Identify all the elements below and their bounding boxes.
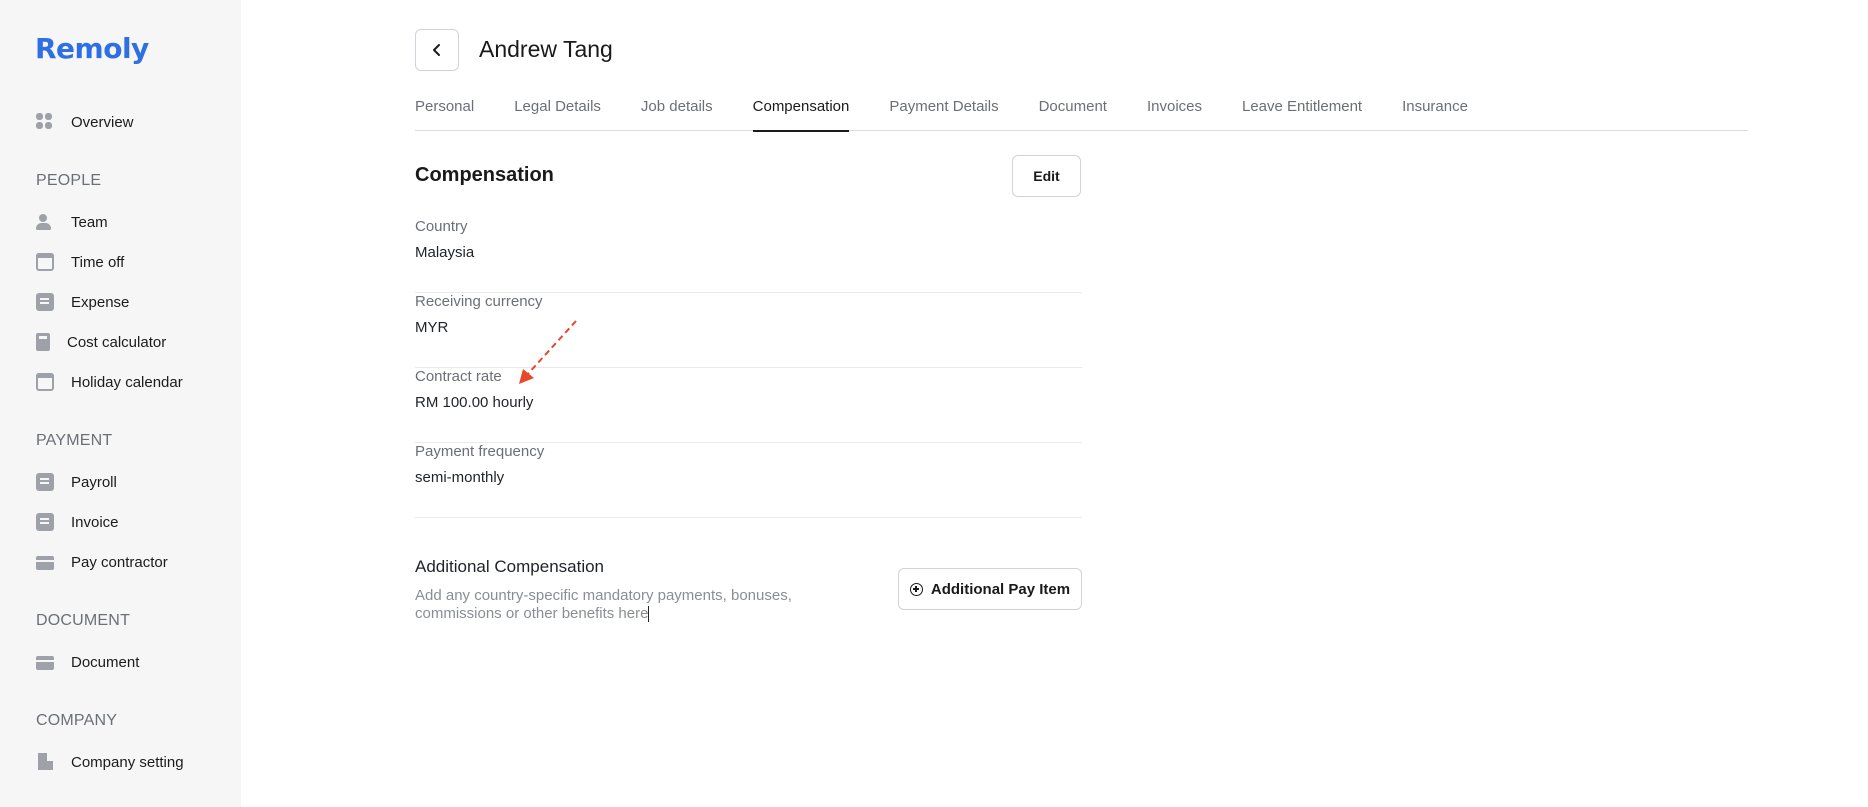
document-icon [36, 656, 54, 670]
field-receiving-currency: Receiving currency MYR [415, 293, 1082, 368]
field-label: Payment frequency [415, 443, 545, 460]
tab-leave-entitlement[interactable]: Leave Entitlement [1242, 98, 1362, 131]
tab-compensation[interactable]: Compensation [752, 98, 849, 132]
section-title-document: DOCUMENT [36, 612, 131, 629]
sidebar-item-label: Payroll [71, 473, 117, 491]
grid-icon [36, 113, 54, 131]
field-label: Receiving currency [415, 293, 543, 310]
tab-legal-details[interactable]: Legal Details [514, 98, 601, 131]
tab-insurance[interactable]: Insurance [1402, 98, 1468, 131]
brand-logo[interactable]: Remoly [35, 32, 149, 65]
field-value: RM 100.00 hourly [415, 394, 534, 411]
calendar-check-icon [36, 253, 54, 271]
tab-bar: Personal Legal Details Job details Compe… [415, 98, 1748, 132]
building-icon [36, 753, 54, 771]
tab-job-details[interactable]: Job details [641, 98, 713, 131]
sidebar-item-payroll[interactable]: Payroll [36, 469, 117, 495]
tab-document[interactable]: Document [1039, 98, 1107, 131]
sidebar-item-cost-calculator[interactable]: Cost calculator [36, 329, 166, 355]
section-title-company: COMPANY [36, 712, 118, 729]
calendar-icon [36, 373, 54, 391]
button-label: Additional Pay Item [930, 580, 1071, 598]
sidebar-item-label: Document [71, 653, 140, 671]
section-title-people: PEOPLE [36, 172, 102, 189]
sidebar-item-label: Invoice [71, 513, 119, 531]
field-value: Malaysia [415, 244, 475, 261]
sidebar-item-holiday-calendar[interactable]: Holiday calendar [36, 369, 183, 395]
sidebar-item-label: Pay contractor [71, 553, 168, 571]
field-contract-rate: Contract rate RM 100.00 hourly [415, 368, 1082, 443]
sidebar-item-label: Overview [71, 113, 134, 131]
sidebar-item-label: Holiday calendar [71, 373, 183, 391]
text-cursor [648, 606, 650, 623]
team-icon [36, 213, 54, 231]
sidebar-item-document[interactable]: Document [36, 649, 139, 675]
sidebar-item-team[interactable]: Team [36, 209, 108, 235]
field-label: Country [415, 218, 468, 235]
chevron-left-icon [433, 44, 440, 56]
annotation-arrow-icon [519, 320, 577, 384]
app-root: Remoly Overview PEOPLE Team Time off Exp… [0, 0, 1868, 807]
additional-compensation-description: Add any country-specific mandatory payme… [415, 587, 835, 623]
sidebar-item-label: Cost calculator [67, 333, 167, 351]
page-title: Andrew Tang [479, 36, 613, 62]
sidebar-item-label: Company setting [71, 753, 184, 771]
sidebar-item-label: Team [71, 213, 108, 231]
additional-pay-item-button[interactable]: Additional Pay Item [898, 568, 1082, 610]
tab-invoices[interactable]: Invoices [1147, 98, 1202, 131]
sidebar-item-invoice[interactable]: Invoice [36, 509, 119, 535]
calculator-icon [36, 333, 50, 351]
sidebar-item-overview[interactable]: Overview [36, 109, 134, 135]
card-icon [36, 556, 54, 570]
main-content: Andrew Tang Personal Legal Details Job d… [241, 0, 1868, 807]
section-title-payment: PAYMENT [36, 432, 113, 449]
plus-circle-icon [909, 582, 923, 596]
field-value: semi-monthly [415, 469, 505, 486]
sidebar-item-label: Time off [71, 253, 125, 271]
payroll-icon [36, 473, 54, 491]
field-payment-frequency: Payment frequency semi-monthly [415, 443, 1082, 518]
edit-button[interactable]: Edit [1012, 155, 1081, 197]
sidebar-item-pay-contractor[interactable]: Pay contractor [36, 549, 168, 575]
additional-compensation-title: Additional Compensation [415, 557, 605, 576]
sidebar-item-label: Expense [71, 293, 130, 311]
back-button[interactable] [415, 29, 459, 71]
clipboard-icon [36, 293, 54, 311]
sidebar-item-time-off[interactable]: Time off [36, 249, 124, 275]
section-heading: Compensation [415, 164, 554, 186]
field-value: MYR [415, 319, 449, 336]
field-country: Country Malaysia [415, 218, 1082, 293]
sidebar-item-company-setting[interactable]: Company setting [36, 749, 184, 775]
field-label: Contract rate [415, 368, 502, 385]
description-text: Add any country-specific mandatory payme… [415, 587, 792, 622]
invoice-icon [36, 513, 54, 531]
sidebar-item-expense[interactable]: Expense [36, 289, 129, 315]
sidebar: Remoly Overview PEOPLE Team Time off Exp… [0, 0, 241, 807]
tab-payment-details[interactable]: Payment Details [889, 98, 998, 131]
tab-personal[interactable]: Personal [415, 98, 474, 131]
